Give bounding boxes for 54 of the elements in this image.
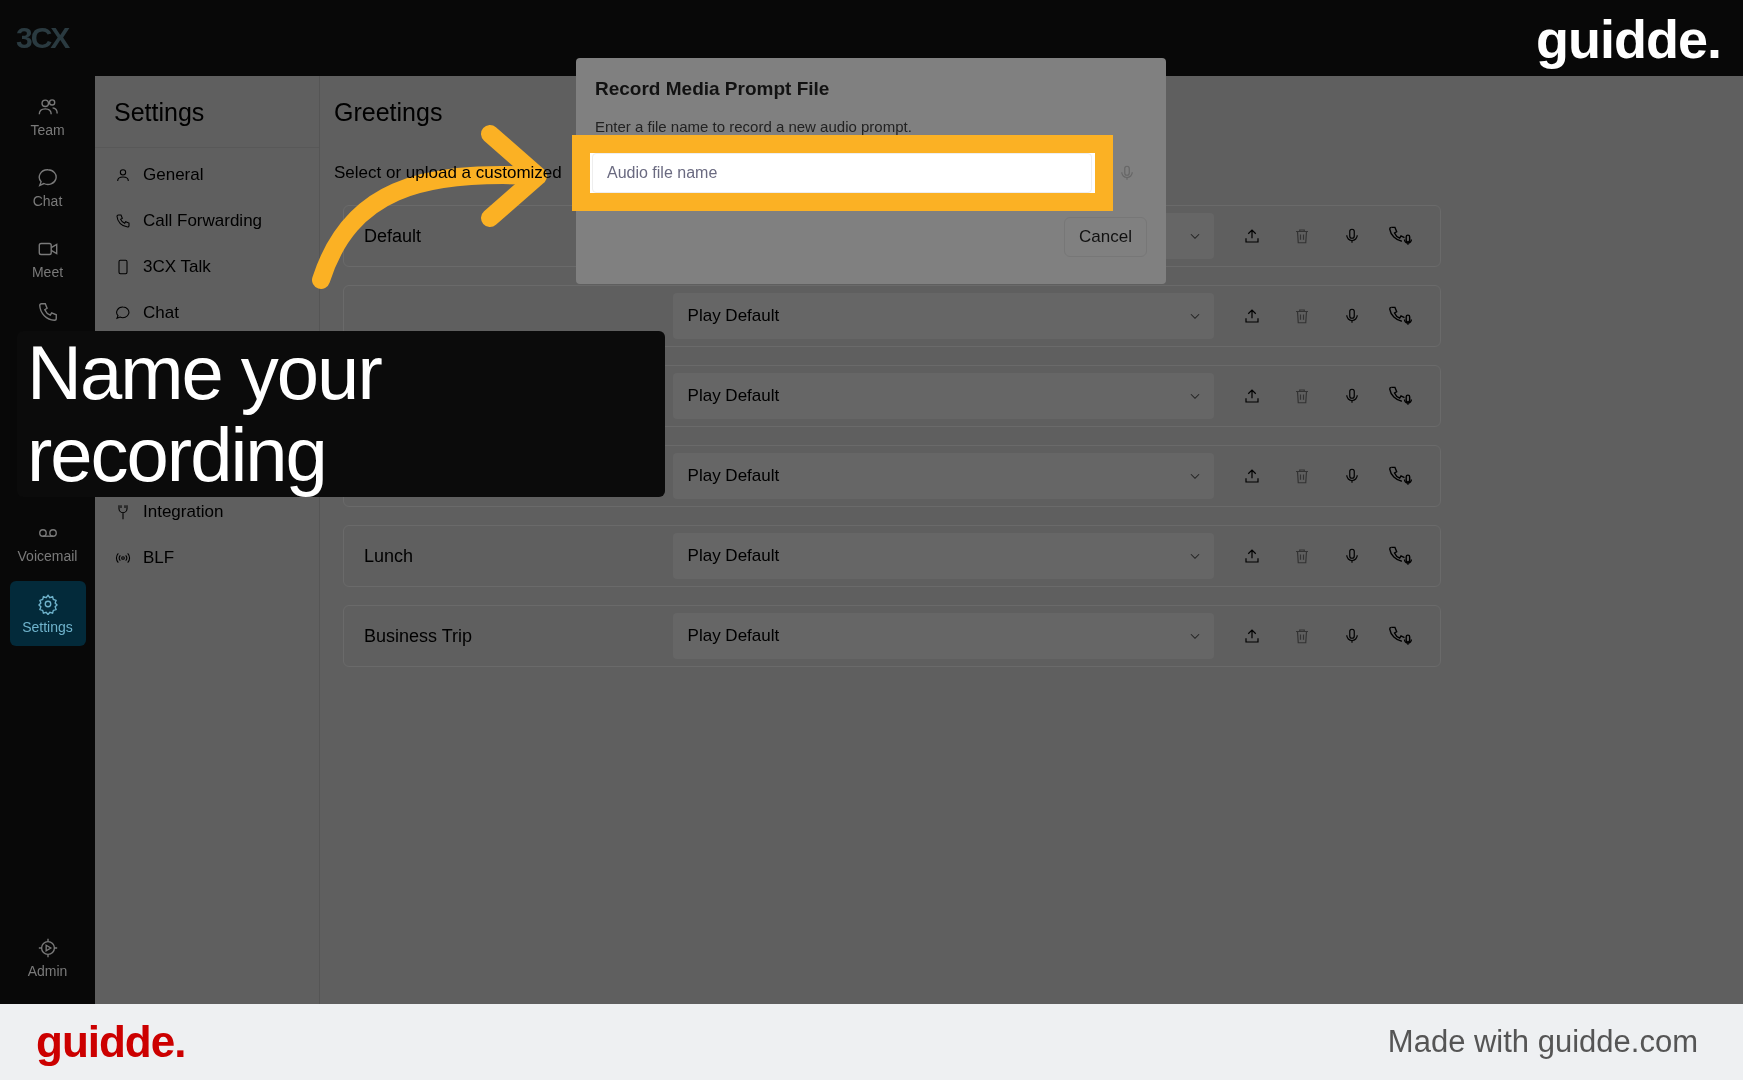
upload-icon (1243, 547, 1262, 565)
app-logo: 3CX (16, 21, 69, 55)
settings-menu-item[interactable]: BLF (95, 546, 175, 570)
input-field[interactable]: Audio file name (592, 153, 1092, 193)
greetings-title: Greetings (334, 97, 443, 127)
greeting-name: Default (364, 225, 422, 246)
settings-menu-item[interactable]: Integration (95, 500, 224, 524)
nav-item[interactable]: Settings (9, 581, 86, 646)
greeting-select[interactable]: Play Default (672, 373, 1214, 419)
phone-microphone-icon (1388, 465, 1415, 487)
upload-icon (1243, 387, 1262, 405)
nav-item[interactable]: Team (9, 84, 86, 149)
caption-text: Name your recording (27, 332, 383, 496)
brand-logo: guidde. (36, 1017, 186, 1067)
phone-microphone-icon (1388, 625, 1415, 647)
settings-icon (36, 592, 59, 615)
settings-menu-item[interactable]: 3CX Talk (95, 255, 211, 279)
chat-icon (115, 305, 131, 321)
microphone-icon (1118, 164, 1136, 182)
greeting-select[interactable]: Play Default (672, 533, 1214, 579)
calls-icon (36, 301, 59, 323)
phone-microphone-icon (1388, 225, 1415, 247)
nav-item[interactable]: Chat (9, 155, 86, 220)
footer-text: Made with guidde.com (1387, 1024, 1698, 1060)
gear-icon (36, 936, 59, 959)
settings-menu-item[interactable]: Chat (95, 301, 179, 325)
signal-icon (115, 550, 131, 566)
brand-logo: guidde. (1536, 8, 1721, 70)
mobile-icon (115, 259, 131, 275)
dialog-title: Record Media Prompt File (595, 78, 831, 100)
greeting-select[interactable]: Play Default (672, 293, 1214, 339)
nav-item[interactable]: Meet (9, 226, 86, 291)
greeting-name: Business Trip (364, 625, 473, 646)
plug-icon (115, 504, 131, 520)
settings-title: Settings (95, 76, 319, 148)
upload-icon (1243, 227, 1262, 245)
nav-item[interactable]: Voicemail (9, 510, 86, 575)
phone-microphone-icon (1388, 305, 1415, 327)
person-icon (115, 167, 131, 183)
upload-icon (1243, 627, 1262, 645)
cancel-button[interactable]: Cancel (1064, 217, 1147, 257)
upload-icon (1243, 467, 1262, 485)
greeting-name: Lunch (364, 545, 414, 566)
settings-menu-item[interactable]: General (95, 163, 204, 187)
admin-nav-item[interactable]: Admin (9, 925, 86, 990)
chat-icon (36, 166, 59, 189)
settings-menu-item[interactable]: Call Forwarding (95, 209, 263, 233)
greeting-select[interactable]: Play Default (672, 613, 1214, 659)
phone-icon (115, 213, 131, 229)
phone-microphone-icon (1388, 545, 1415, 567)
phone-microphone-icon (1388, 385, 1415, 407)
dialog-description: Enter a file name to record a new audio prompt. (595, 118, 913, 135)
greeting-select[interactable]: Play Default (672, 453, 1214, 499)
upload-icon (1243, 307, 1262, 325)
